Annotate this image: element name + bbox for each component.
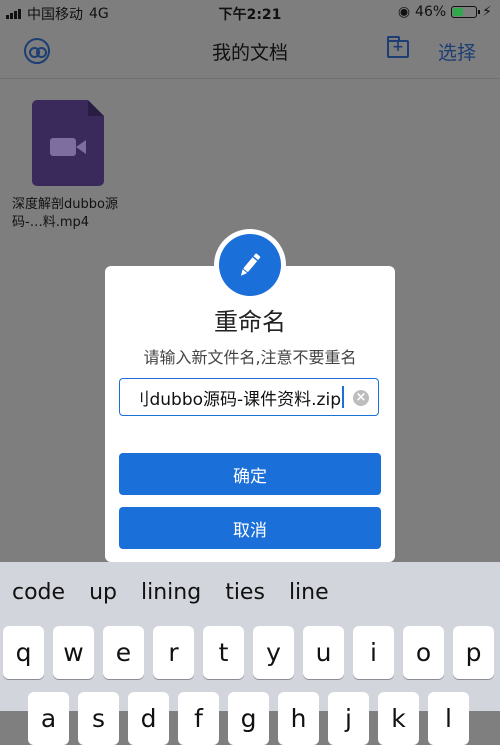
nav-bar: 我的文档 + 选择 — [0, 26, 500, 78]
battery-percent: 46% — [415, 4, 447, 20]
suggestion[interactable]: up — [77, 580, 129, 605]
key-i[interactable]: i — [353, 626, 394, 679]
keyboard: code up lining ties line q w e r t y u i… — [0, 562, 500, 745]
key-k[interactable]: k — [378, 692, 419, 745]
select-button[interactable]: 选择 — [438, 38, 476, 65]
key-f[interactable]: f — [178, 692, 219, 745]
dialog-subtitle: 请输入新文件名,注意不要重名 — [143, 348, 357, 367]
status-bar: 中国移动 4G 下午2:21 ◉ 46% ⚡ — [0, 0, 500, 26]
suggestion-bar: code up lining ties line — [0, 562, 500, 622]
rename-dialog: 重命名 请输入新文件名,注意不要重名 刂dubbo源码-课件资料.zip × 确… — [105, 266, 395, 562]
key-r[interactable]: r — [153, 626, 194, 679]
key-t[interactable]: t — [203, 626, 244, 679]
new-folder-icon[interactable]: + — [387, 36, 409, 58]
key-d[interactable]: d — [128, 692, 169, 745]
key-l[interactable]: l — [428, 692, 469, 745]
key-u[interactable]: u — [303, 626, 344, 679]
key-row-2: a s d f g h j k l — [28, 692, 469, 745]
clear-input-icon[interactable]: × — [353, 390, 369, 406]
text-caret — [342, 386, 344, 408]
dialog-title: 重命名 — [214, 308, 286, 336]
key-o[interactable]: o — [403, 626, 444, 679]
suggestion[interactable]: ties — [213, 580, 277, 605]
filename-input[interactable]: 刂dubbo源码-课件资料.zip — [119, 378, 379, 416]
pencil-icon — [241, 253, 261, 276]
key-w[interactable]: w — [53, 626, 94, 679]
key-j[interactable]: j — [328, 692, 369, 745]
filename-input-value: 刂dubbo源码-课件资料.zip — [132, 389, 341, 410]
cancel-button[interactable]: 取消 — [119, 507, 381, 549]
key-q[interactable]: q — [3, 626, 44, 679]
key-s[interactable]: s — [78, 692, 119, 745]
video-file-icon — [32, 100, 104, 186]
key-g[interactable]: g — [228, 692, 269, 745]
key-row-1: q w e r t y u i o p — [3, 626, 494, 679]
nav-divider — [0, 78, 500, 79]
orientation-lock-icon: ◉ — [397, 4, 411, 20]
key-a[interactable]: a — [28, 692, 69, 745]
page-title: 我的文档 — [211, 42, 288, 64]
confirm-button[interactable]: 确定 — [119, 453, 381, 495]
dialog-badge — [214, 229, 286, 301]
key-p[interactable]: p — [453, 626, 494, 679]
battery-icon — [451, 6, 481, 18]
suggestion[interactable]: code — [0, 580, 77, 605]
suggestion[interactable]: lining — [129, 580, 213, 605]
key-e[interactable]: e — [103, 626, 144, 679]
key-y[interactable]: y — [253, 626, 294, 679]
key-h[interactable]: h — [278, 692, 319, 745]
charging-icon: ⚡ — [482, 4, 492, 20]
camera-icon — [50, 138, 86, 156]
suggestion[interactable]: line — [277, 580, 341, 605]
file-item[interactable]: 深度解剖dubbo源码-…料.mp4 — [12, 100, 124, 232]
file-name: 深度解剖dubbo源码-…料.mp4 — [12, 197, 118, 230]
